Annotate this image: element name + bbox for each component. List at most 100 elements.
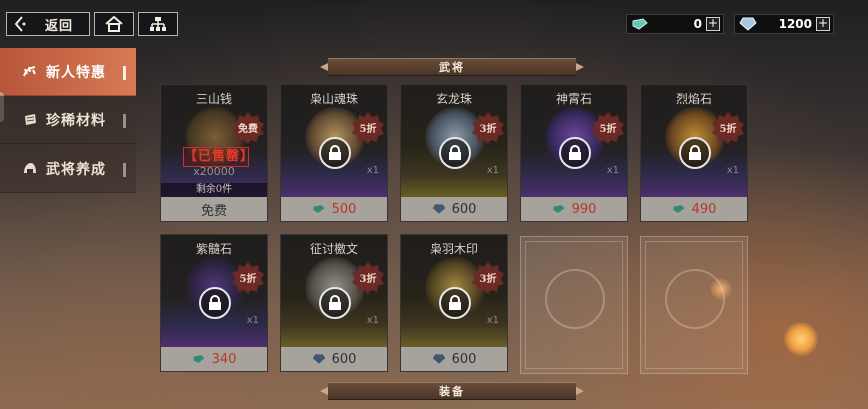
section-title: 装备	[439, 385, 465, 398]
hierarchy-button[interactable]	[138, 12, 178, 36]
item-name: 烈焰石	[675, 92, 712, 106]
item-name: 枭羽木印	[429, 242, 478, 256]
discount-badge: 5折	[711, 111, 745, 145]
lock-icon	[439, 287, 471, 319]
item-art-panel: 枭羽木印 3折 x1	[401, 235, 507, 347]
shop-item-card[interactable]: 烈焰石 5折 x1 490	[640, 84, 748, 222]
jade-amount: 0	[693, 17, 702, 31]
discount-label: 3折	[479, 124, 497, 135]
lock-icon	[319, 137, 351, 169]
item-art-panel: 玄龙珠 3折 x1	[401, 85, 507, 197]
section-tip-right	[576, 63, 584, 71]
item-quantity: x20000	[193, 165, 235, 178]
price-bar[interactable]: 500	[281, 197, 387, 221]
add-jade-button[interactable]: +	[706, 17, 720, 31]
discount-badge: 3折	[351, 261, 385, 295]
item-art-panel: 神霄石 5折 x1	[521, 85, 627, 197]
discount-label: 5折	[239, 274, 257, 285]
item-art-panel: 枭山魂珠 5折 x1	[281, 85, 387, 197]
lock-icon	[559, 137, 591, 169]
discount-badge: 免费	[231, 111, 265, 145]
lock-icon	[199, 287, 231, 319]
price-label: 500	[331, 201, 357, 217]
jade-currency-icon	[553, 205, 565, 213]
shop-item-card[interactable]: 玄龙珠 3折 x1 600	[400, 84, 508, 222]
empty-slot	[640, 236, 748, 374]
item-quantity: x1	[606, 165, 619, 176]
jade-currency-icon	[632, 18, 648, 30]
price-label: 免费	[200, 203, 227, 219]
price-label: 600	[331, 351, 357, 367]
scroll-icon	[25, 113, 36, 125]
item-name: 征讨檄文	[309, 242, 358, 256]
shop-item-card[interactable]: 紫髓石 5折 x1 340	[160, 234, 268, 372]
discount-label: 3折	[359, 274, 377, 285]
back-arrow-icon	[14, 16, 26, 32]
price-bar[interactable]: 600	[401, 197, 507, 221]
sidebar-item-indicator	[123, 114, 126, 128]
item-name: 玄龙珠	[435, 92, 472, 106]
shop-item-card[interactable]: 征讨檄文 3折 x1 600	[280, 234, 388, 372]
section-tip-left	[320, 387, 328, 395]
price-bar[interactable]: 990	[521, 197, 627, 221]
section-title: 武将	[439, 61, 465, 74]
price-bar[interactable]: 340	[161, 347, 267, 371]
item-quantity: x1	[366, 165, 379, 176]
discount-label: 5折	[359, 124, 377, 135]
shop-item-card[interactable]: 三山钱 免费 【已售罄】 x20000 剩余0件 免费	[160, 84, 268, 222]
diamond-currency-icon	[432, 354, 445, 364]
ember-glow	[784, 322, 818, 356]
lock-icon	[319, 287, 351, 319]
empty-slot-emblem-icon	[665, 269, 725, 329]
sidebar-item-indicator	[123, 66, 126, 80]
remaining-stock: 剩余0件	[161, 183, 267, 197]
lock-icon	[679, 137, 711, 169]
gift-icon	[23, 65, 36, 76]
shop-item-card[interactable]: 神霄石 5折 x1 990	[520, 84, 628, 222]
sidebar-item-rare-materials[interactable]: 珍稀材料	[0, 96, 136, 144]
price-bar[interactable]: 600	[281, 347, 387, 371]
item-quantity: x1	[486, 315, 499, 326]
price-bar[interactable]: 免费	[161, 197, 267, 221]
item-quantity: x1	[366, 315, 379, 326]
discount-label: 3折	[479, 274, 497, 285]
price-label: 490	[691, 201, 717, 217]
price-label: 600	[451, 351, 477, 367]
item-quantity: x1	[246, 315, 259, 326]
item-art-panel: 三山钱 免费 【已售罄】 x20000 剩余0件	[161, 85, 267, 197]
sold-out-stamp: 【已售罄】	[183, 147, 253, 167]
sidebar-item-label: 新人特惠	[46, 64, 106, 81]
lock-icon	[439, 137, 471, 169]
sidebar-item-newbie-deals[interactable]: 新人特惠	[0, 48, 136, 96]
price-bar[interactable]: 600	[401, 347, 507, 371]
item-name: 紫髓石	[195, 242, 232, 256]
back-button[interactable]: 返回	[6, 12, 90, 36]
diamond-currency-icon	[312, 354, 325, 364]
diamond-currency-icon	[432, 204, 445, 214]
empty-slot	[520, 236, 628, 374]
item-name: 神霄石	[555, 92, 592, 106]
home-button[interactable]	[94, 12, 134, 36]
add-diamond-button[interactable]: +	[816, 17, 830, 31]
jade-currency: 0 +	[626, 14, 724, 34]
diamond-currency-icon	[739, 17, 757, 31]
item-quantity: x1	[486, 165, 499, 176]
home-icon	[105, 16, 123, 32]
shop-item-card[interactable]: 枭羽木印 3折 x1 600	[400, 234, 508, 372]
section-header-generals: 武将	[318, 58, 586, 76]
item-name: 三山钱	[195, 92, 232, 106]
item-quantity: x1	[726, 165, 739, 176]
price-label: 600	[451, 201, 477, 217]
price-bar[interactable]: 490	[641, 197, 747, 221]
jade-currency-icon	[193, 355, 205, 363]
sidebar-item-general-training[interactable]: 武将养成	[0, 145, 136, 193]
shop-item-card[interactable]: 枭山魂珠 5折 x1 500	[280, 84, 388, 222]
diamond-currency: 1200 +	[734, 14, 834, 34]
sidebar-item-indicator	[123, 163, 126, 177]
item-art-panel: 紫髓石 5折 x1	[161, 235, 267, 347]
discount-badge: 3折	[471, 261, 505, 295]
discount-label: 5折	[719, 124, 737, 135]
jade-currency-icon	[673, 205, 685, 213]
org-chart-icon	[150, 17, 166, 31]
discount-label: 免费	[238, 124, 258, 135]
